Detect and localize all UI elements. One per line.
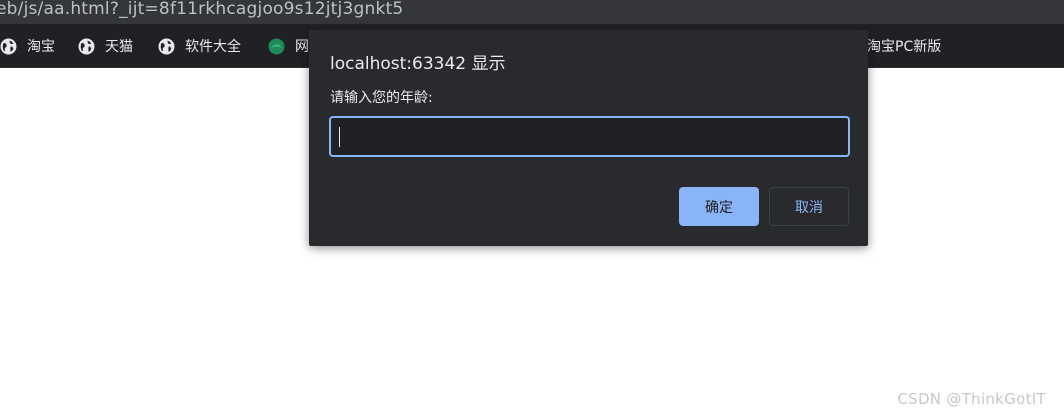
watermark: CSDN @ThinkGotIT [897, 390, 1046, 408]
ok-button[interactable]: 确定 [679, 187, 759, 226]
bookmark-taobao[interactable]: 淘宝 [0, 24, 55, 68]
cancel-button[interactable]: 取消 [769, 187, 849, 226]
age-input[interactable] [329, 116, 850, 157]
text-caret [339, 127, 340, 147]
dialog-title: localhost:63342 显示 [330, 54, 506, 74]
bookmark-label: 网 [295, 39, 309, 55]
dialog-message: 请输入您的年龄: [330, 90, 433, 106]
green-circle-icon [268, 38, 285, 55]
globe-icon [158, 38, 175, 55]
url-text[interactable]: eb/js/aa.html?_ijt=8f11rkhcagjoo9s12jtj3… [0, 0, 403, 18]
bookmark-tmall[interactable]: 天猫 [78, 24, 133, 68]
prompt-dialog: localhost:63342 显示 请输入您的年龄: 确定 取消 [309, 30, 868, 246]
globe-icon [0, 38, 17, 55]
bookmark-taobao-pc[interactable]: 逛 淘宝PC新版 [853, 24, 942, 68]
bookmark-label: 淘宝PC新版 [867, 39, 942, 55]
bookmark-label: 天猫 [105, 39, 133, 55]
browser-viewport: eb/js/aa.html?_ijt=8f11rkhcagjoo9s12jtj3… [0, 0, 1064, 416]
bookmark-label: 软件大全 [185, 39, 241, 55]
bookmark-web[interactable]: 网 [268, 24, 309, 68]
address-bar[interactable]: eb/js/aa.html?_ijt=8f11rkhcagjoo9s12jtj3… [0, 0, 1064, 24]
bookmark-label: 淘宝 [27, 39, 55, 55]
globe-icon [78, 38, 95, 55]
bookmark-software[interactable]: 软件大全 [158, 24, 241, 68]
